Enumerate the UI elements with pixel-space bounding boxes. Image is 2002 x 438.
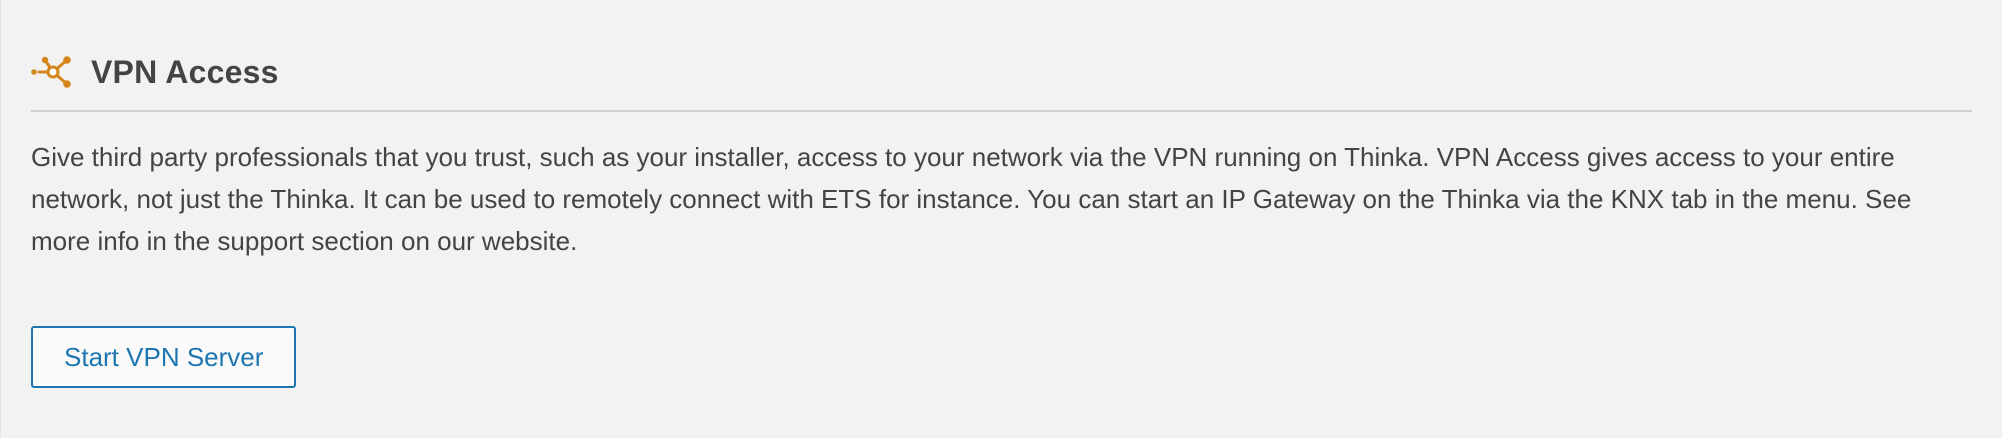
section-header: VPN Access: [31, 44, 1972, 100]
section-divider: [31, 110, 1972, 112]
start-vpn-server-button[interactable]: Start VPN Server: [31, 326, 297, 388]
section-description: Give third party professionals that you …: [31, 142, 1912, 256]
vpn-access-section: VPN Access Give third party professional…: [31, 44, 1972, 388]
section-title: VPN Access: [91, 53, 279, 90]
page: VPN Access Give third party professional…: [0, 0, 2002, 438]
vpn-network-icon: [31, 54, 75, 90]
